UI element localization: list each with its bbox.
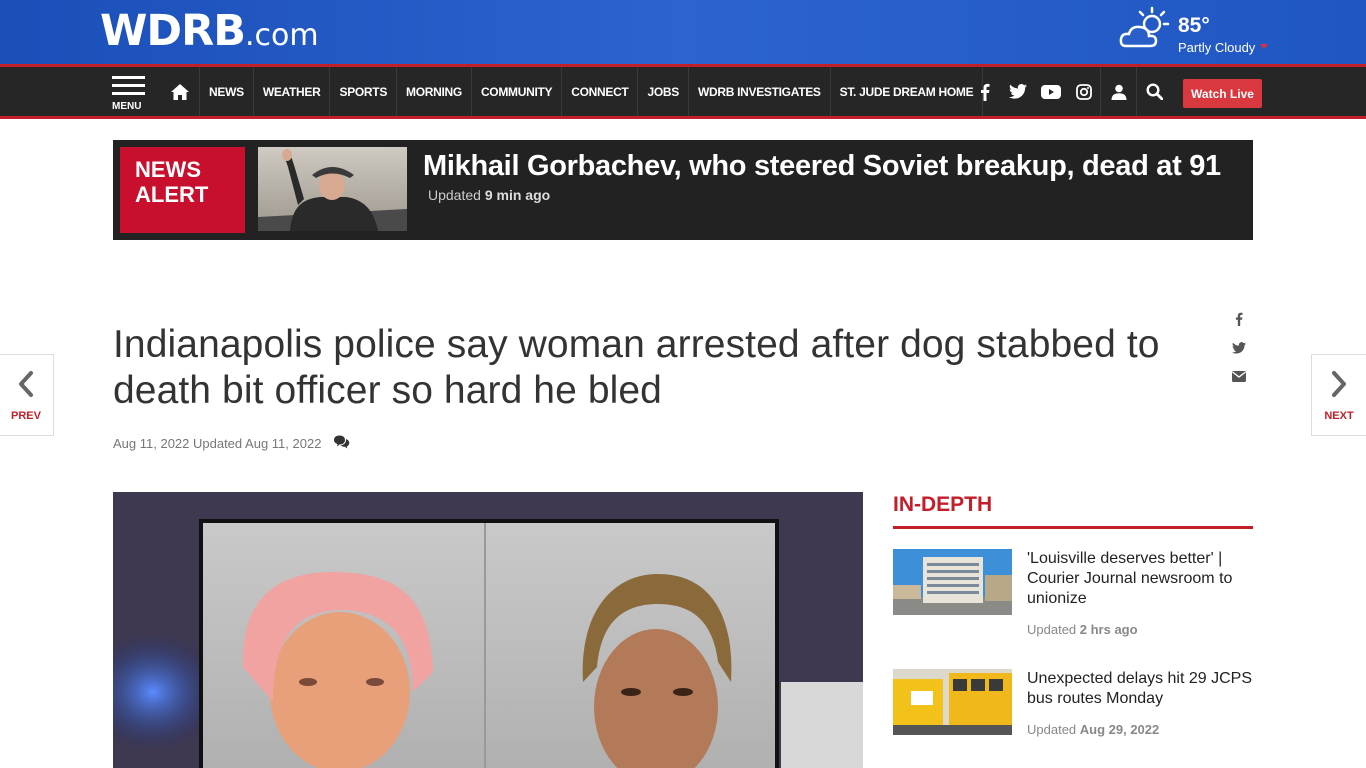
- news-alert-banner[interactable]: NEWS ALERT Mikhail Gorbachev, who steere…: [113, 140, 1253, 240]
- prev-label: PREV: [11, 410, 41, 422]
- user-account-icon[interactable]: [1100, 67, 1136, 116]
- story-updated: Updated 2 hrs ago: [1027, 622, 1138, 637]
- story-thumbnail[interactable]: [893, 549, 1012, 615]
- instagram-icon[interactable]: [1067, 67, 1100, 116]
- header-top-bar: WDRB.com 85° Partly Cloudy: [0, 0, 1366, 64]
- updated-prefix: Updated: [428, 187, 485, 203]
- email-share-icon[interactable]: [1228, 362, 1250, 391]
- home-icon: [170, 83, 189, 100]
- youtube-icon[interactable]: [1034, 67, 1067, 116]
- news-alert-thumbnail[interactable]: [258, 147, 407, 231]
- nav-link-community[interactable]: COMMUNITY: [472, 67, 563, 116]
- hamburger-icon-bar: [112, 84, 145, 87]
- in-depth-story-2[interactable]: Unexpected delays hit 29 JCPS bus routes…: [893, 669, 1253, 749]
- menu-label: MENU: [112, 101, 142, 112]
- nav-link-jobs[interactable]: JOBS: [638, 67, 689, 116]
- updated-prefix: Updated: [1027, 622, 1080, 637]
- news-alert-updated: Updated 9 min ago: [428, 187, 550, 203]
- updated-prefix: Updated: [1027, 722, 1080, 737]
- in-depth-story-1[interactable]: 'Louisville deserves better' | Courier J…: [893, 549, 1253, 649]
- partly-cloudy-icon: [1119, 6, 1170, 48]
- facebook-icon[interactable]: [968, 67, 1001, 116]
- twitter-share-icon[interactable]: [1228, 333, 1250, 362]
- next-label: NEXT: [1324, 410, 1354, 422]
- comments-icon[interactable]: [333, 435, 350, 452]
- updated-time: 9 min ago: [484, 187, 551, 203]
- facebook-share-icon[interactable]: [1228, 304, 1250, 333]
- weather-widget[interactable]: 85° Partly Cloudy: [1118, 6, 1278, 58]
- nav-links: NEWS WEATHER SPORTS MORNING COMMUNITY CO…: [200, 67, 984, 116]
- site-logo[interactable]: WDRB.com: [100, 6, 319, 56]
- prev-article-button[interactable]: PREV: [0, 354, 54, 436]
- chevron-left-icon: [0, 371, 53, 397]
- news-alert-tag-line2: ALERT: [135, 182, 209, 207]
- main-navigation: MENU NEWS WEATHER SPORTS MORNING COMMUNI…: [0, 64, 1366, 119]
- news-alert-headline[interactable]: Mikhail Gorbachev, who steered Soviet br…: [423, 150, 1221, 183]
- nav-link-morning[interactable]: MORNING: [397, 67, 472, 116]
- article-meta: Aug 11, 2022 Updated Aug 11, 2022: [113, 435, 350, 452]
- updated-time: 2 hrs ago: [1079, 622, 1138, 637]
- home-button[interactable]: [160, 67, 200, 116]
- story-headline[interactable]: 'Louisville deserves better' | Courier J…: [1027, 549, 1257, 609]
- article-main-photo[interactable]: [113, 492, 863, 768]
- search-icon[interactable]: [1136, 67, 1172, 116]
- nav-link-sports[interactable]: SPORTS: [330, 67, 398, 116]
- story-headline[interactable]: Unexpected delays hit 29 JCPS bus routes…: [1027, 669, 1257, 709]
- chevron-down-icon: [1260, 44, 1268, 49]
- next-article-button[interactable]: NEXT: [1311, 354, 1366, 436]
- nav-link-connect[interactable]: CONNECT: [562, 67, 639, 116]
- watch-live-button[interactable]: Watch Live: [1183, 79, 1262, 108]
- in-depth-heading: IN-DEPTH: [893, 493, 1253, 529]
- hamburger-icon: [112, 76, 145, 79]
- news-alert-tag: NEWS ALERT: [120, 147, 245, 233]
- story-updated: Updated Aug 29, 2022: [1027, 722, 1159, 737]
- social-links: [968, 67, 1100, 116]
- hamburger-menu-button[interactable]: MENU: [112, 73, 146, 113]
- updated-time: Aug 29, 2022: [1079, 722, 1160, 737]
- hamburger-icon-bar: [112, 92, 145, 95]
- story-thumbnail[interactable]: [893, 669, 1012, 735]
- chevron-right-icon: [1312, 371, 1366, 397]
- nav-link-st-jude-dream-home[interactable]: ST. JUDE DREAM HOME: [831, 67, 984, 116]
- news-alert-tag-line1: NEWS: [135, 157, 201, 182]
- nav-link-weather[interactable]: WEATHER: [254, 67, 331, 116]
- article-date: Aug 11, 2022 Updated Aug 11, 2022: [113, 436, 322, 451]
- nav-link-wdrb-investigates[interactable]: WDRB INVESTIGATES: [689, 67, 831, 116]
- utility-buttons: [1100, 67, 1172, 116]
- twitter-icon[interactable]: [1001, 67, 1034, 116]
- share-buttons: [1228, 304, 1250, 391]
- article-title: Indianapolis police say woman arrested a…: [113, 323, 1160, 412]
- nav-link-news[interactable]: NEWS: [200, 67, 254, 116]
- weather-condition: Partly Cloudy: [1178, 40, 1256, 55]
- weather-temperature: 85°: [1178, 14, 1210, 37]
